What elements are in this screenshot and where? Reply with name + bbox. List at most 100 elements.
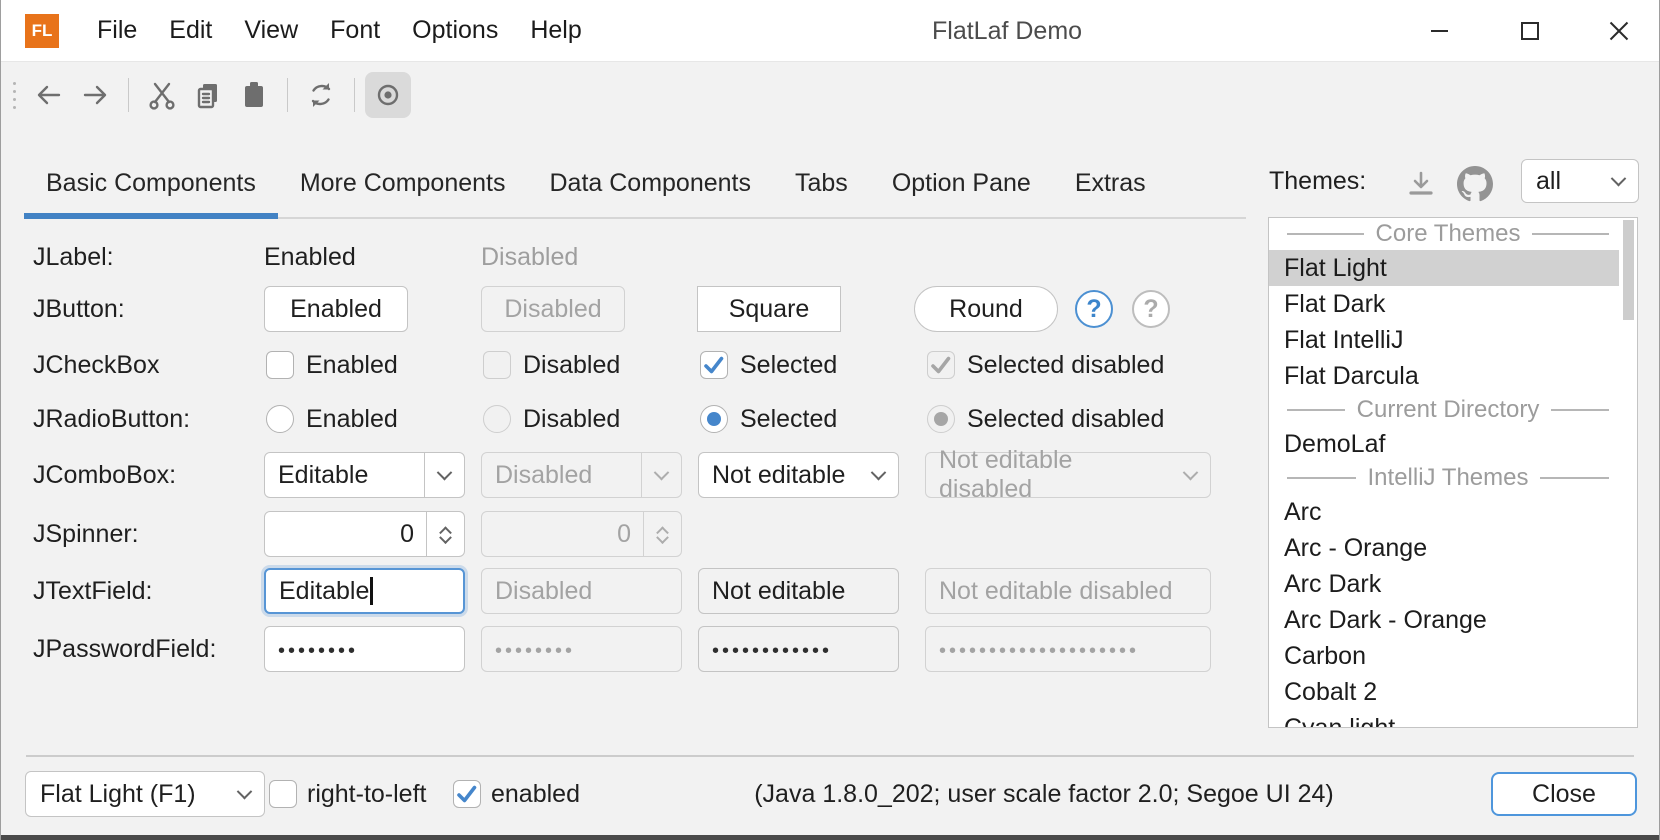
menu-options[interactable]: Options — [396, 0, 514, 62]
forward-button[interactable] — [72, 72, 118, 118]
paste-button[interactable] — [231, 72, 277, 118]
laf-selector-combobox[interactable]: Flat Light (F1) — [25, 771, 265, 817]
radio-selected[interactable] — [700, 405, 728, 433]
combobox-arrow[interactable] — [424, 453, 464, 497]
password-dots: •••••••• — [495, 636, 575, 663]
laf-selector-value: Flat Light (F1) — [40, 780, 196, 809]
back-arrow-icon — [32, 78, 66, 112]
radio-dot — [707, 412, 721, 426]
tab-tabs[interactable]: Tabs — [773, 150, 870, 217]
back-button[interactable] — [26, 72, 72, 118]
menu-view[interactable]: View — [228, 0, 314, 62]
cut-icon — [145, 78, 179, 112]
minimize-icon — [1431, 30, 1448, 32]
themes-scrollbar[interactable] — [1620, 218, 1637, 727]
window-title: FlatLaf Demo — [932, 0, 1082, 62]
github-button[interactable] — [1457, 166, 1493, 207]
tab-option-pane[interactable]: Option Pane — [870, 150, 1053, 217]
checkbox-selected[interactable] — [700, 351, 728, 379]
button-square[interactable]: Square — [697, 286, 841, 332]
help-button[interactable]: ? — [1075, 290, 1113, 328]
theme-item-arc-dark-orange[interactable]: Arc Dark - Orange — [1269, 602, 1619, 638]
show-hidden-toggle-button[interactable] — [365, 72, 411, 118]
password-dots: •••••••••••• — [712, 636, 832, 663]
spinner-arrows[interactable] — [426, 512, 464, 556]
cut-button[interactable] — [139, 72, 185, 118]
tab-basic-components[interactable]: Basic Components — [24, 150, 278, 217]
textfield-editable[interactable]: Editable — [264, 568, 465, 614]
menu-edit[interactable]: Edit — [153, 0, 228, 62]
close-icon — [1608, 20, 1630, 42]
enabled-checkbox[interactable] — [453, 780, 481, 808]
close-button[interactable]: Close — [1491, 772, 1637, 816]
chevron-down-icon — [1611, 170, 1627, 186]
theme-item-flat-darcula[interactable]: Flat Darcula — [1269, 358, 1619, 394]
menu-bar: File Edit View Font Options Help — [81, 0, 598, 62]
maximize-button[interactable] — [1504, 0, 1556, 62]
checkbox-selected-disabled-label: Selected disabled — [967, 350, 1164, 380]
chevron-down-icon — [870, 464, 886, 480]
right-to-left-checkbox[interactable] — [269, 780, 297, 808]
theme-item-demolaf[interactable]: DemoLaf — [1269, 426, 1619, 462]
theme-item-arc-orange[interactable]: Arc - Orange — [1269, 530, 1619, 566]
toolbar-grip-handle[interactable] — [13, 82, 16, 109]
download-themes-button[interactable] — [1405, 168, 1437, 205]
theme-item-flat-intellij[interactable]: Flat IntelliJ — [1269, 322, 1619, 358]
close-window-button[interactable] — [1593, 0, 1645, 62]
combobox-disabled: Disabled — [481, 452, 682, 498]
spinner-value[interactable]: 0 — [265, 520, 426, 549]
maximize-icon — [1521, 22, 1539, 40]
checkbox-enabled-label: Enabled — [306, 350, 398, 380]
textfield-not-editable[interactable]: Not editable — [698, 568, 899, 614]
enabled-label: enabled — [491, 779, 580, 809]
radio-enabled[interactable] — [266, 405, 294, 433]
spinner-enabled[interactable]: 0 — [264, 511, 465, 557]
combobox-not-editable[interactable]: Not editable — [698, 452, 899, 498]
flatlaf-logo-icon: FL — [25, 14, 59, 48]
refresh-icon — [304, 78, 338, 112]
textfield-disabled: Disabled — [481, 568, 682, 614]
checkbox-enabled[interactable] — [266, 351, 294, 379]
combobox-value: Disabled — [495, 461, 592, 490]
refresh-button[interactable] — [298, 72, 344, 118]
combobox-value: Not editable — [712, 461, 845, 490]
combobox-value: Editable — [278, 461, 368, 490]
row-label-jbutton: JButton: — [33, 294, 125, 324]
combobox-editable[interactable]: Editable — [264, 452, 465, 498]
theme-item-cyan-light[interactable]: Cyan light — [1269, 710, 1619, 728]
button-enabled[interactable]: Enabled — [264, 286, 408, 332]
theme-item-arc-dark[interactable]: Arc Dark — [1269, 566, 1619, 602]
theme-item-flat-light[interactable]: Flat Light — [1269, 250, 1619, 286]
menu-font[interactable]: Font — [314, 0, 396, 62]
theme-item-flat-dark[interactable]: Flat Dark — [1269, 286, 1619, 322]
theme-item-arc[interactable]: Arc — [1269, 494, 1619, 530]
tab-extras[interactable]: Extras — [1053, 150, 1168, 217]
tab-data-components[interactable]: Data Components — [527, 150, 773, 217]
toolbar-separator — [354, 78, 355, 112]
copy-button[interactable] — [185, 72, 231, 118]
combobox-arrow — [641, 453, 681, 497]
passwordfield-editable[interactable]: •••••••• — [264, 626, 465, 672]
checkbox-disabled — [483, 351, 511, 379]
chevron-down-icon — [654, 464, 670, 480]
passwordfield-disabled: •••••••• — [481, 626, 682, 672]
theme-filter-value: all — [1536, 167, 1561, 196]
text-caret — [370, 577, 372, 605]
row-label-jtextfield: JTextField: — [33, 576, 152, 606]
spinner-value: 0 — [482, 520, 643, 549]
theme-item-carbon[interactable]: Carbon — [1269, 638, 1619, 674]
minimize-button[interactable] — [1413, 0, 1465, 62]
github-icon — [1457, 166, 1493, 202]
theme-item-cobalt-2[interactable]: Cobalt 2 — [1269, 674, 1619, 710]
combobox-arrow — [1170, 453, 1210, 497]
scrollbar-thumb[interactable] — [1623, 220, 1634, 320]
menu-help[interactable]: Help — [514, 0, 597, 62]
help-button-disabled: ? — [1132, 290, 1170, 328]
check-icon — [928, 352, 954, 378]
menu-file[interactable]: File — [81, 0, 153, 62]
combobox-arrow[interactable] — [858, 453, 898, 497]
button-round[interactable]: Round — [914, 286, 1058, 332]
passwordfield-not-editable[interactable]: •••••••••••• — [698, 626, 899, 672]
theme-filter-combobox[interactable]: all — [1521, 159, 1639, 203]
tab-more-components[interactable]: More Components — [278, 150, 528, 217]
